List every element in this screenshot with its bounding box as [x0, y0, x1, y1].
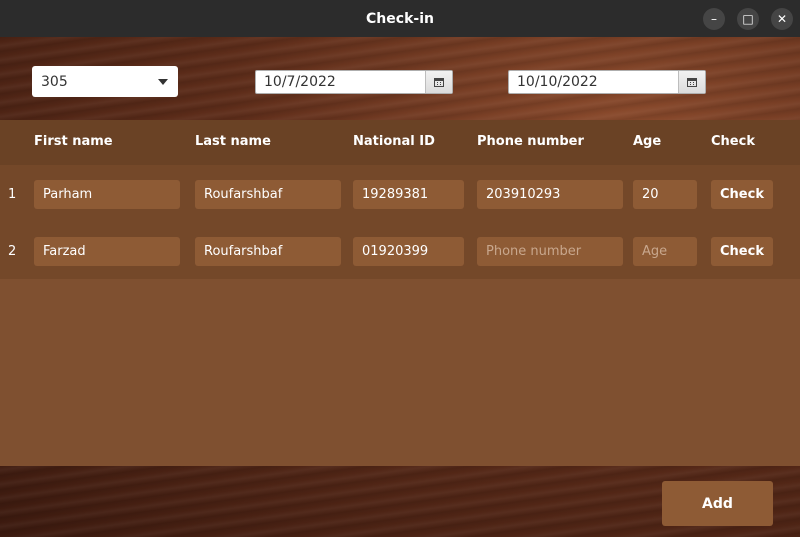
- title-bar: Check-in – □ ✕: [0, 0, 800, 37]
- calendar-icon: [434, 77, 444, 87]
- check-button[interactable]: Check: [711, 237, 773, 266]
- national-id-field[interactable]: 19289381: [353, 180, 464, 209]
- guest-table: First name Last name National ID Phone n…: [0, 120, 800, 466]
- table-rows: 1 Parham Roufarshbaf 19289381 203910293 …: [0, 165, 800, 279]
- header-phone-number: Phone number: [477, 134, 584, 149]
- minimize-button[interactable]: –: [703, 8, 725, 30]
- room-select-value: 305: [41, 73, 68, 90]
- window-title: Check-in: [366, 10, 434, 27]
- header-national-id: National ID: [353, 134, 435, 149]
- header-last-name: Last name: [195, 134, 271, 149]
- table-header: First name Last name National ID Phone n…: [0, 120, 800, 165]
- last-name-field[interactable]: Roufarshbaf: [195, 237, 341, 266]
- phone-number-field[interactable]: Phone number: [477, 237, 623, 266]
- checkout-date-picker: 10/10/2022: [508, 70, 706, 94]
- room-select[interactable]: 305: [32, 66, 178, 97]
- row-index: 2: [8, 244, 17, 259]
- maximize-button[interactable]: □: [737, 8, 759, 30]
- header-check: Check: [711, 134, 755, 149]
- add-button[interactable]: Add: [662, 481, 773, 526]
- checkin-calendar-button[interactable]: [425, 71, 452, 93]
- chevron-down-icon: [158, 79, 168, 85]
- checkout-date-field[interactable]: 10/10/2022: [509, 71, 678, 93]
- checkout-calendar-button[interactable]: [678, 71, 705, 93]
- header-first-name: First name: [34, 134, 113, 149]
- check-button[interactable]: Check: [711, 180, 773, 209]
- phone-number-field[interactable]: 203910293: [477, 180, 623, 209]
- first-name-field[interactable]: Farzad: [34, 237, 180, 266]
- age-field[interactable]: Age: [633, 237, 697, 266]
- close-button[interactable]: ✕: [771, 8, 793, 30]
- checkin-date-picker: 10/7/2022: [255, 70, 453, 94]
- first-name-field[interactable]: Parham: [34, 180, 180, 209]
- age-field[interactable]: 20: [633, 180, 697, 209]
- last-name-field[interactable]: Roufarshbaf: [195, 180, 341, 209]
- checkin-date-field[interactable]: 10/7/2022: [256, 71, 425, 93]
- content-area: 305 10/7/2022 10/10/2022 First name Last…: [0, 37, 800, 537]
- header-age: Age: [633, 134, 662, 149]
- calendar-icon: [687, 77, 697, 87]
- row-index: 1: [8, 187, 17, 202]
- national-id-field[interactable]: 01920399: [353, 237, 464, 266]
- checkin-window: Check-in – □ ✕ 305 10/7/2022 10/10/2022 …: [0, 0, 800, 537]
